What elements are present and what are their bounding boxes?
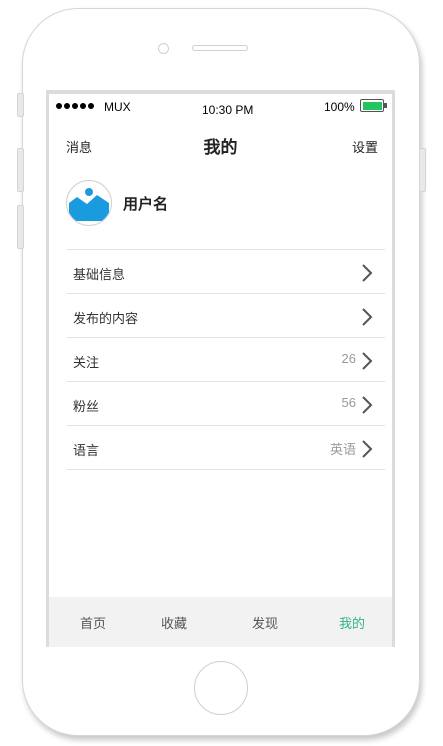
tab-home[interactable]: 首页 (80, 613, 106, 632)
carrier-name: MUX (104, 100, 131, 114)
battery-tip (384, 103, 387, 108)
settings-button[interactable]: 设置 (352, 137, 378, 156)
chevron-right-icon (362, 352, 373, 370)
volume-up-button (17, 148, 24, 192)
status-bar: MUX 10:30 PM 100% (49, 90, 392, 126)
chevron-right-icon (362, 308, 373, 326)
mute-switch (17, 93, 24, 117)
screen: MUX 10:30 PM 100% 消息 我的 设置 用户名 基础信息 发布的内… (46, 90, 395, 647)
chevron-right-icon (362, 264, 373, 282)
username: 用户名 (123, 195, 169, 213)
volume-down-button (17, 205, 24, 249)
power-button (419, 148, 426, 192)
following-count: 26 (341, 351, 356, 366)
chevron-right-icon (362, 440, 373, 458)
language-value: 英语 (329, 442, 356, 457)
signal-strength-icon (56, 100, 96, 112)
settings-menu: 基础信息 发布的内容 关注 26 粉丝 56 语言 英语 (67, 249, 385, 470)
home-button[interactable] (194, 661, 248, 715)
tab-favorites[interactable]: 收藏 (161, 613, 187, 632)
earpiece-speaker (192, 45, 248, 51)
menu-item-label: 发布的内容 (73, 312, 139, 327)
tab-me[interactable]: 我的 (339, 613, 365, 632)
chevron-right-icon (362, 396, 373, 414)
tab-discover[interactable]: 发现 (252, 613, 278, 632)
followers-count: 56 (341, 395, 356, 410)
profile-header[interactable]: 用户名 (66, 180, 386, 226)
menu-item-label: 粉丝 (73, 400, 100, 415)
battery-icon (360, 99, 384, 112)
menu-item-published-content[interactable]: 发布的内容 (67, 294, 385, 338)
menu-item-following[interactable]: 关注 26 (67, 338, 385, 382)
status-time: 10:30 PM (202, 103, 254, 117)
image-placeholder-icon (69, 188, 109, 221)
menu-item-label: 语言 (73, 444, 100, 459)
menu-item-language[interactable]: 语言 英语 (67, 426, 385, 470)
nav-bar: 消息 我的 设置 (49, 126, 392, 164)
front-camera (158, 43, 169, 54)
tab-bar: 首页 收藏 发现 我的 (49, 597, 392, 647)
menu-item-label: 基础信息 (73, 268, 126, 283)
menu-item-label: 关注 (73, 356, 100, 371)
menu-item-basic-info[interactable]: 基础信息 (67, 250, 385, 294)
status-bar-top-border (49, 90, 392, 94)
battery-percentage: 100% (324, 100, 355, 114)
avatar[interactable] (66, 180, 112, 226)
page-title: 我的 (203, 138, 238, 158)
menu-item-followers[interactable]: 粉丝 56 (67, 382, 385, 426)
